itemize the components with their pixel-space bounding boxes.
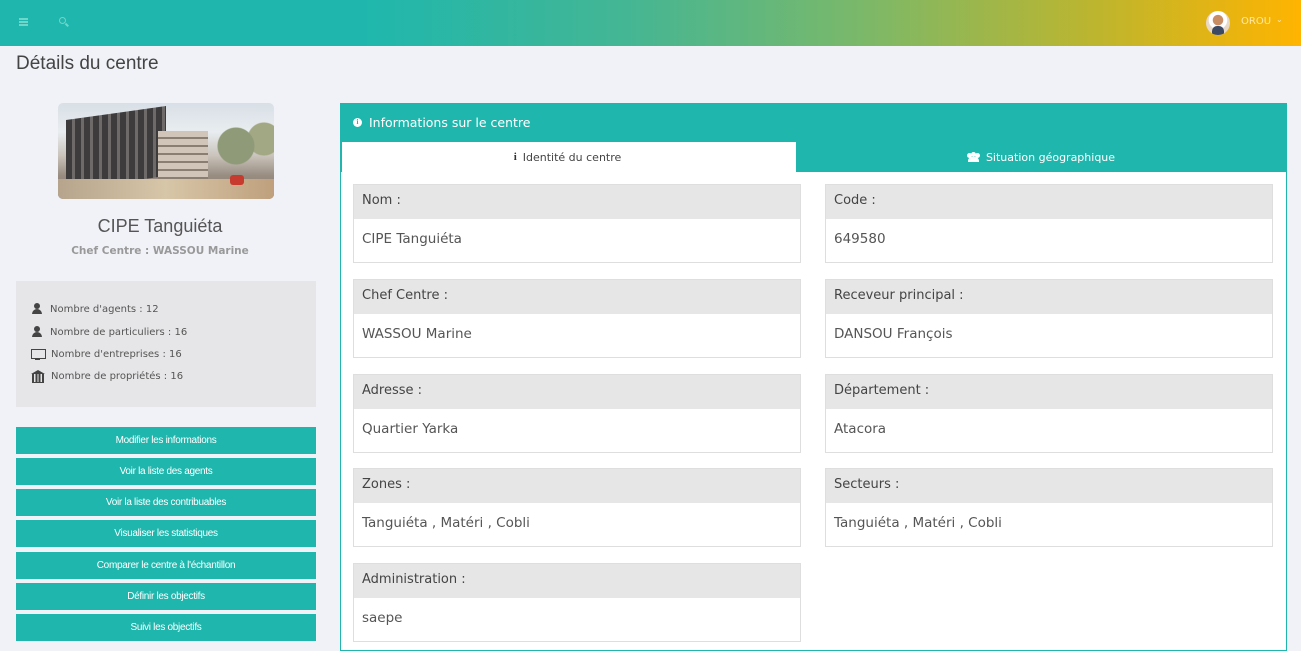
field-label: Receveur principal : — [826, 280, 1272, 314]
panel-header: i Informations sur le centre i Identité … — [341, 104, 1286, 172]
field-label: Zones : — [354, 469, 800, 503]
field-value: saepe — [362, 610, 403, 626]
field-label: Chef Centre : — [354, 280, 800, 314]
field-secteurs: Secteurs : Tanguiéta , Matéri , Cobli — [825, 468, 1273, 547]
agents-list-button[interactable]: Voir la liste des agents — [16, 458, 316, 485]
center-chef: Chef Centre : WASSOU Marine — [71, 245, 249, 257]
stat-label: Nombre de particuliers : 16 — [50, 326, 188, 338]
info-icon: i — [513, 151, 517, 163]
search-icon[interactable] — [57, 15, 71, 29]
user-name[interactable]: OROU — [1241, 16, 1271, 27]
info-circle-icon: i — [353, 118, 362, 127]
tab-identite[interactable]: i Identité du centre — [342, 142, 793, 172]
field-departement: Département : Atacora — [825, 374, 1273, 453]
field-value: Quartier Yarka — [362, 421, 459, 437]
field-label: Administration : — [354, 564, 800, 598]
stat-entreprises: Nombre d'entreprises : 16 — [31, 347, 182, 361]
track-objectives-button[interactable]: Suivi les objectifs — [16, 614, 316, 641]
field-label: Code : — [826, 185, 1272, 219]
field-nom: Nom : CIPE Tanguiéta — [353, 184, 801, 263]
edit-info-button[interactable]: Modifier les informations — [16, 427, 316, 454]
tab-label: Situation géographique — [985, 150, 1116, 164]
page-title: Détails du centre — [16, 53, 159, 74]
panel-title: Informations sur le centre — [369, 115, 531, 130]
field-value: Tanguiéta , Matéri , Cobli — [362, 515, 530, 531]
stat-particuliers: Nombre de particuliers : 16 — [31, 325, 187, 339]
stat-label: Nombre d'agents : 12 — [50, 303, 159, 315]
field-zones: Zones : Tanguiéta , Matéri , Cobli — [353, 468, 801, 547]
compare-sample-button[interactable]: Comparer le centre à l'échantillon — [16, 552, 316, 579]
tab-situation[interactable]: Situation géographique — [795, 142, 1286, 172]
tab-label: Identité du centre — [522, 150, 622, 164]
stats-box — [16, 281, 316, 407]
field-value: Atacora — [834, 421, 887, 437]
field-value: CIPE Tanguiéta — [362, 231, 462, 247]
field-administration: Administration : saepe — [353, 563, 801, 642]
field-value: Tanguiéta , Matéri , Cobli — [834, 515, 1002, 531]
field-code: Code : 649580 — [825, 184, 1273, 263]
center-info-panel: i Informations sur le centre i Identité … — [340, 103, 1287, 651]
stat-proprietes: Nombre de propriétés : 16 — [31, 369, 183, 383]
stat-label: Nombre d'entreprises : 16 — [51, 348, 182, 360]
field-label: Adresse : — [354, 375, 800, 409]
bars-icon[interactable] — [18, 15, 32, 29]
center-name: CIPE Tanguiéta — [97, 216, 223, 236]
stat-agents: Nombre d'agents : 12 — [31, 302, 159, 316]
field-value: 649580 — [834, 231, 886, 247]
field-value: WASSOU Marine — [362, 326, 472, 342]
taxpayers-list-button[interactable]: Voir la liste des contribuables — [16, 489, 316, 516]
chevron-down-icon[interactable]: ⌄ — [1276, 15, 1283, 24]
field-label: Secteurs : — [826, 469, 1272, 503]
stat-label: Nombre de propriétés : 16 — [51, 370, 184, 382]
avatar[interactable] — [1206, 11, 1230, 35]
users-icon — [966, 152, 980, 162]
field-receveur: Receveur principal : DANSOU François — [825, 279, 1273, 358]
field-value: DANSOU François — [834, 326, 953, 342]
field-label: Département : — [826, 375, 1272, 409]
define-objectives-button[interactable]: Définir les objectifs — [16, 583, 316, 610]
user-icon — [31, 303, 45, 315]
field-chef-centre: Chef Centre : WASSOU Marine — [353, 279, 801, 358]
top-navbar: OROU ⌄ — [0, 0, 1301, 46]
field-adresse: Adresse : Quartier Yarka — [353, 374, 801, 453]
user-icon — [31, 326, 45, 338]
statistics-button[interactable]: Visualiser les statistiques — [16, 520, 316, 547]
bank-icon — [31, 370, 45, 383]
center-photo — [58, 103, 274, 199]
field-label: Nom : — [354, 185, 800, 219]
desktop-icon — [31, 348, 46, 360]
